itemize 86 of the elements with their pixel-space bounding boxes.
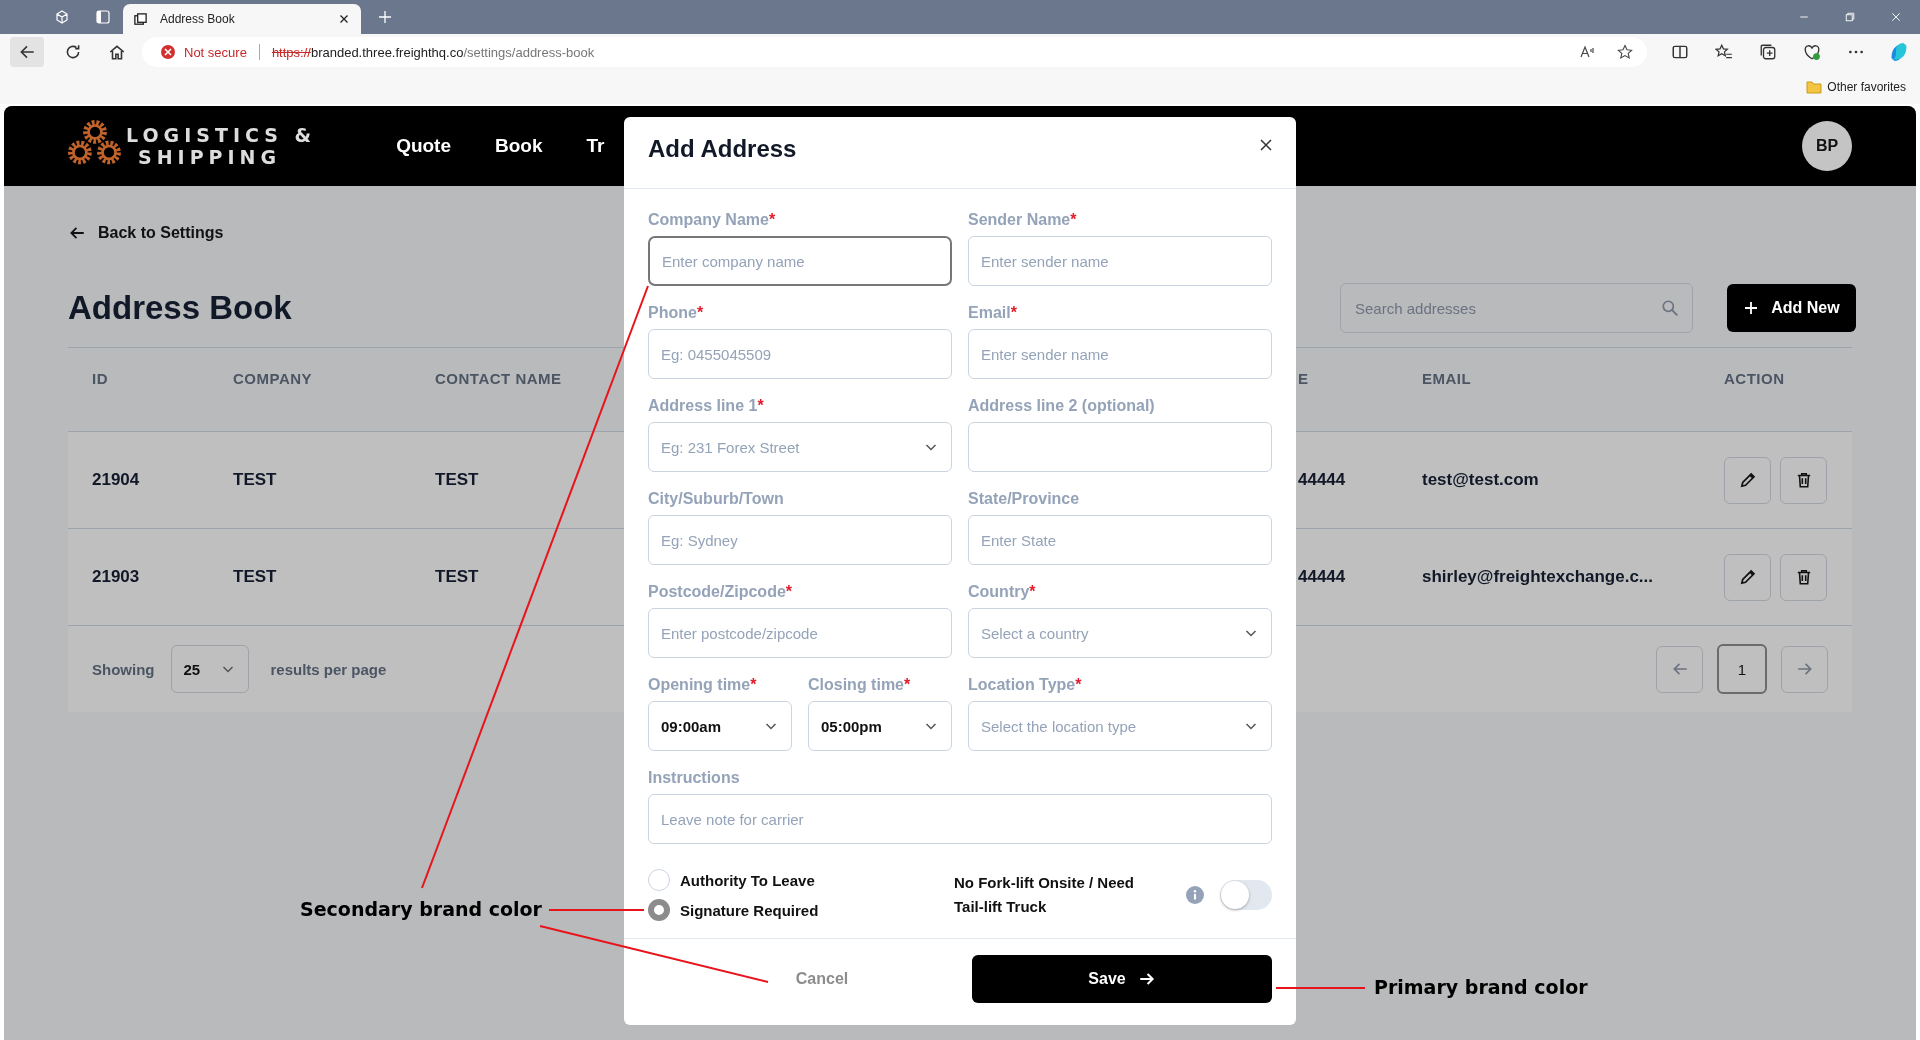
nav-link[interactable]: Quote (396, 135, 451, 157)
field-label: Country* (968, 582, 1037, 602)
plus-icon (1743, 300, 1760, 316)
field-label: Sender Name* (968, 210, 1078, 230)
field-label: Opening time* (648, 675, 758, 695)
field-label: State/Province (968, 489, 1081, 509)
toggle-switch[interactable] (1220, 880, 1272, 910)
field-label: Instructions (648, 768, 741, 788)
save-button[interactable]: Save (972, 955, 1272, 1003)
table-cell-text: TEST (435, 470, 480, 490)
search-field[interactable]: Search addresses (1340, 283, 1693, 333)
back-button[interactable] (10, 37, 44, 67)
table-cell-text: 21904 (92, 470, 141, 490)
logo-text: LOGISTICS & (126, 124, 317, 146)
edit-button[interactable] (1724, 456, 1771, 504)
delete-button[interactable] (1780, 456, 1827, 504)
table-cell-text: 44444 (1298, 470, 1347, 490)
pencil-icon (1738, 568, 1757, 586)
arrow-right-icon (1137, 970, 1156, 988)
table-cell-text: TEST (233, 470, 278, 490)
annotation-label: Primary brand color (1374, 976, 1588, 998)
field-label: Closing time* (808, 675, 912, 695)
search-icon (1661, 299, 1679, 317)
select-field[interactable]: 05:00pm (808, 701, 952, 751)
user-avatar[interactable]: BP (1802, 121, 1852, 171)
column-header: CONTACT NAME (435, 370, 563, 387)
nav-link[interactable]: Book (495, 135, 543, 157)
back-link[interactable]: Back to Settings (68, 221, 224, 245)
annotation-label: Secondary brand color (300, 898, 542, 920)
column-header: EMAIL (1422, 370, 1473, 387)
column-header: ACTION (1724, 370, 1786, 387)
column-header: ID (92, 370, 109, 387)
field-label: Address line 2 (optional) (968, 396, 1156, 416)
edit-button[interactable] (1724, 553, 1771, 601)
close-icon[interactable] (1258, 136, 1274, 153)
radio-button[interactable] (648, 899, 670, 921)
restore-icon[interactable] (1844, 11, 1856, 23)
home-icon[interactable] (108, 43, 126, 61)
nav-link[interactable]: Tr (586, 135, 605, 157)
field-label: Postcode/Zipcode* (648, 582, 794, 602)
security-warning[interactable]: Not secure (184, 44, 247, 60)
url-text: https://branded.three.freighthq.co/settings/address-book (271, 44, 595, 60)
column-header: E (1298, 370, 1310, 387)
page-icon (133, 11, 148, 27)
select-field[interactable]: 09:00am (648, 701, 792, 751)
input-field[interactable]: Enter company name (648, 236, 952, 286)
field-label: Address line 1* (648, 396, 765, 416)
field-label: Location Type* (968, 675, 1083, 695)
browser-tab[interactable]: Address Book (123, 4, 361, 34)
star-icon[interactable] (1617, 44, 1633, 60)
per-page-select[interactable]: 25 (170, 645, 249, 693)
arrow-left-icon (18, 43, 36, 61)
reload-icon[interactable] (64, 43, 82, 61)
per-page-label: results per page (270, 660, 387, 678)
table-cell-text: shirley@freightexchange.c... (1422, 567, 1655, 587)
table-cell-text: 44444 (1298, 567, 1347, 587)
info-icon[interactable] (1186, 886, 1204, 904)
logo-text: SHIPPING (137, 146, 283, 168)
radio-label[interactable]: Authority To Leave (680, 871, 815, 889)
new-tab-icon[interactable] (377, 9, 393, 25)
collections-icon[interactable] (1759, 43, 1777, 61)
table-cell-text: 21903 (92, 567, 141, 587)
delete-button[interactable] (1780, 553, 1827, 601)
table-cell-text: TEST (435, 567, 480, 587)
address-bar[interactable]: Not secure https://branded.three.freighthq.co/settings/address-book (142, 37, 1647, 67)
radio-label[interactable]: Signature Required (680, 901, 819, 919)
error-icon (160, 44, 176, 60)
dialog-title: Add Address (648, 134, 797, 163)
field-label: Phone* (648, 303, 705, 323)
folder-icon (1806, 79, 1823, 95)
pencil-icon (1738, 471, 1757, 489)
page-button[interactable]: 1 (1717, 644, 1767, 694)
favorites-icon[interactable] (1715, 43, 1733, 61)
toggle-label: No Fork-lift Onsite / Need Tail-lift Truck (954, 873, 1135, 917)
page-title: Address Book (68, 289, 292, 327)
read-aloud-icon[interactable] (1579, 44, 1595, 60)
table-cell-text: test@test.com (1422, 470, 1540, 490)
table-cell-text: TEST (233, 567, 278, 587)
column-header: COMPANY (233, 370, 314, 387)
showing-label: Showing (92, 660, 155, 678)
split-screen-icon[interactable] (1671, 43, 1689, 61)
field-label: City/Suburb/Town (648, 489, 785, 509)
field-label: Email* (968, 303, 1018, 323)
add-new-button[interactable]: Add New (1727, 284, 1856, 332)
favorites-folder[interactable]: Other favorites (1827, 80, 1906, 94)
field-label: Company Name* (648, 210, 777, 230)
